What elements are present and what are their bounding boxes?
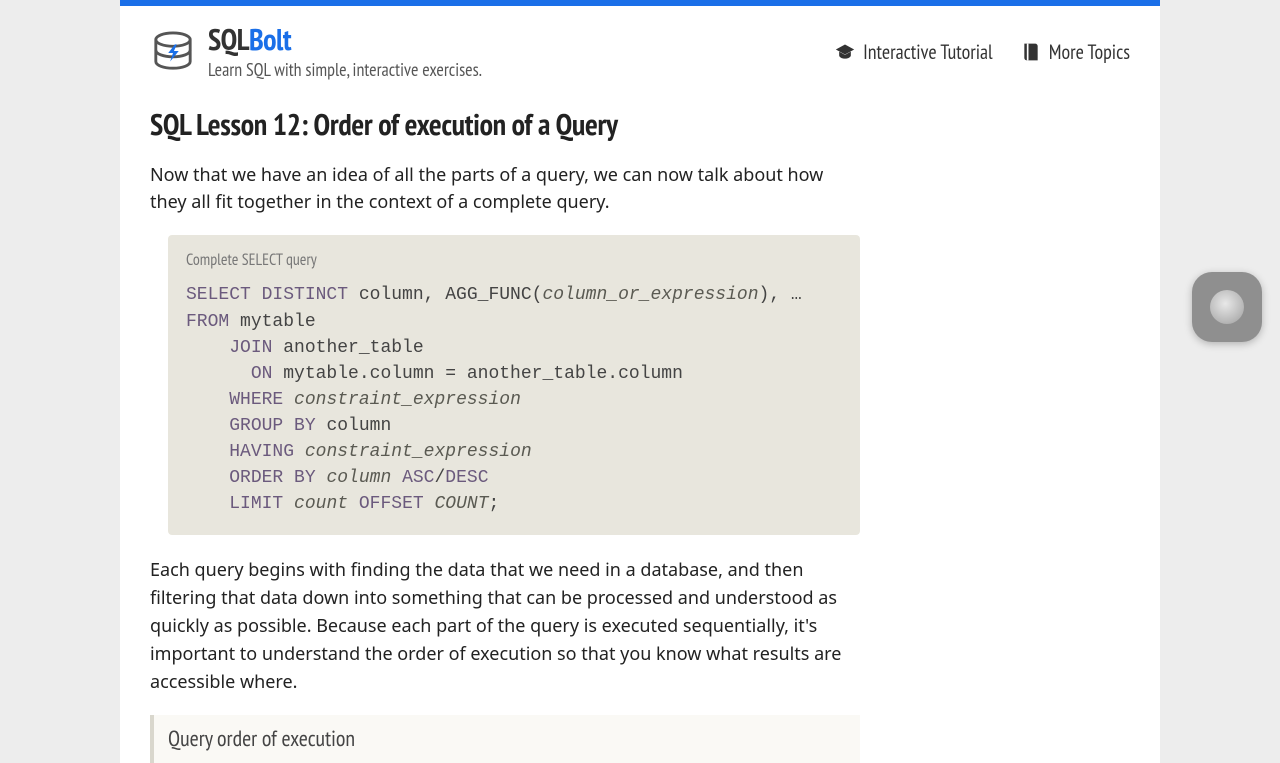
brand-title[interactable]: SQLBolt bbox=[208, 24, 482, 56]
assistive-touch-button[interactable] bbox=[1192, 272, 1262, 342]
site-header: SQLBolt Learn SQL with simple, interacti… bbox=[120, 6, 1160, 91]
database-bolt-logo-icon bbox=[150, 31, 196, 73]
code-box-title: Complete SELECT query bbox=[186, 249, 842, 272]
code-block: SELECT DISTINCT column, AGG_FUNC(column_… bbox=[186, 282, 842, 517]
lesson-title: SQL Lesson 12: Order of execution of a Q… bbox=[150, 105, 1130, 144]
top-nav: Interactive Tutorial More Topics bbox=[835, 39, 1130, 65]
brand-sql: SQL bbox=[208, 20, 249, 59]
nav-more-topics[interactable]: More Topics bbox=[1021, 39, 1130, 65]
explanation-paragraph: Each query begins with finding the data … bbox=[150, 557, 860, 696]
code-example-box: Complete SELECT query SELECT DISTINCT co… bbox=[168, 235, 860, 535]
graduation-cap-icon bbox=[835, 42, 855, 62]
section-header-order: Query order of execution bbox=[150, 715, 860, 763]
brand-bolt: Bolt bbox=[249, 20, 291, 59]
book-icon bbox=[1021, 42, 1041, 62]
article-column: Now that we have an idea of all the part… bbox=[150, 162, 860, 763]
brand-tagline: Learn SQL with simple, interactive exerc… bbox=[208, 58, 482, 81]
assistive-touch-inner-icon bbox=[1210, 290, 1244, 324]
intro-paragraph: Now that we have an idea of all the part… bbox=[150, 162, 860, 218]
nav-more-label: More Topics bbox=[1049, 39, 1130, 65]
nav-tutorial-label: Interactive Tutorial bbox=[863, 39, 993, 65]
brand-block: SQLBolt Learn SQL with simple, interacti… bbox=[208, 24, 482, 81]
page-container: SQLBolt Learn SQL with simple, interacti… bbox=[120, 0, 1160, 763]
nav-interactive-tutorial[interactable]: Interactive Tutorial bbox=[835, 39, 993, 65]
lesson-content: SQL Lesson 12: Order of execution of a Q… bbox=[120, 91, 1160, 763]
